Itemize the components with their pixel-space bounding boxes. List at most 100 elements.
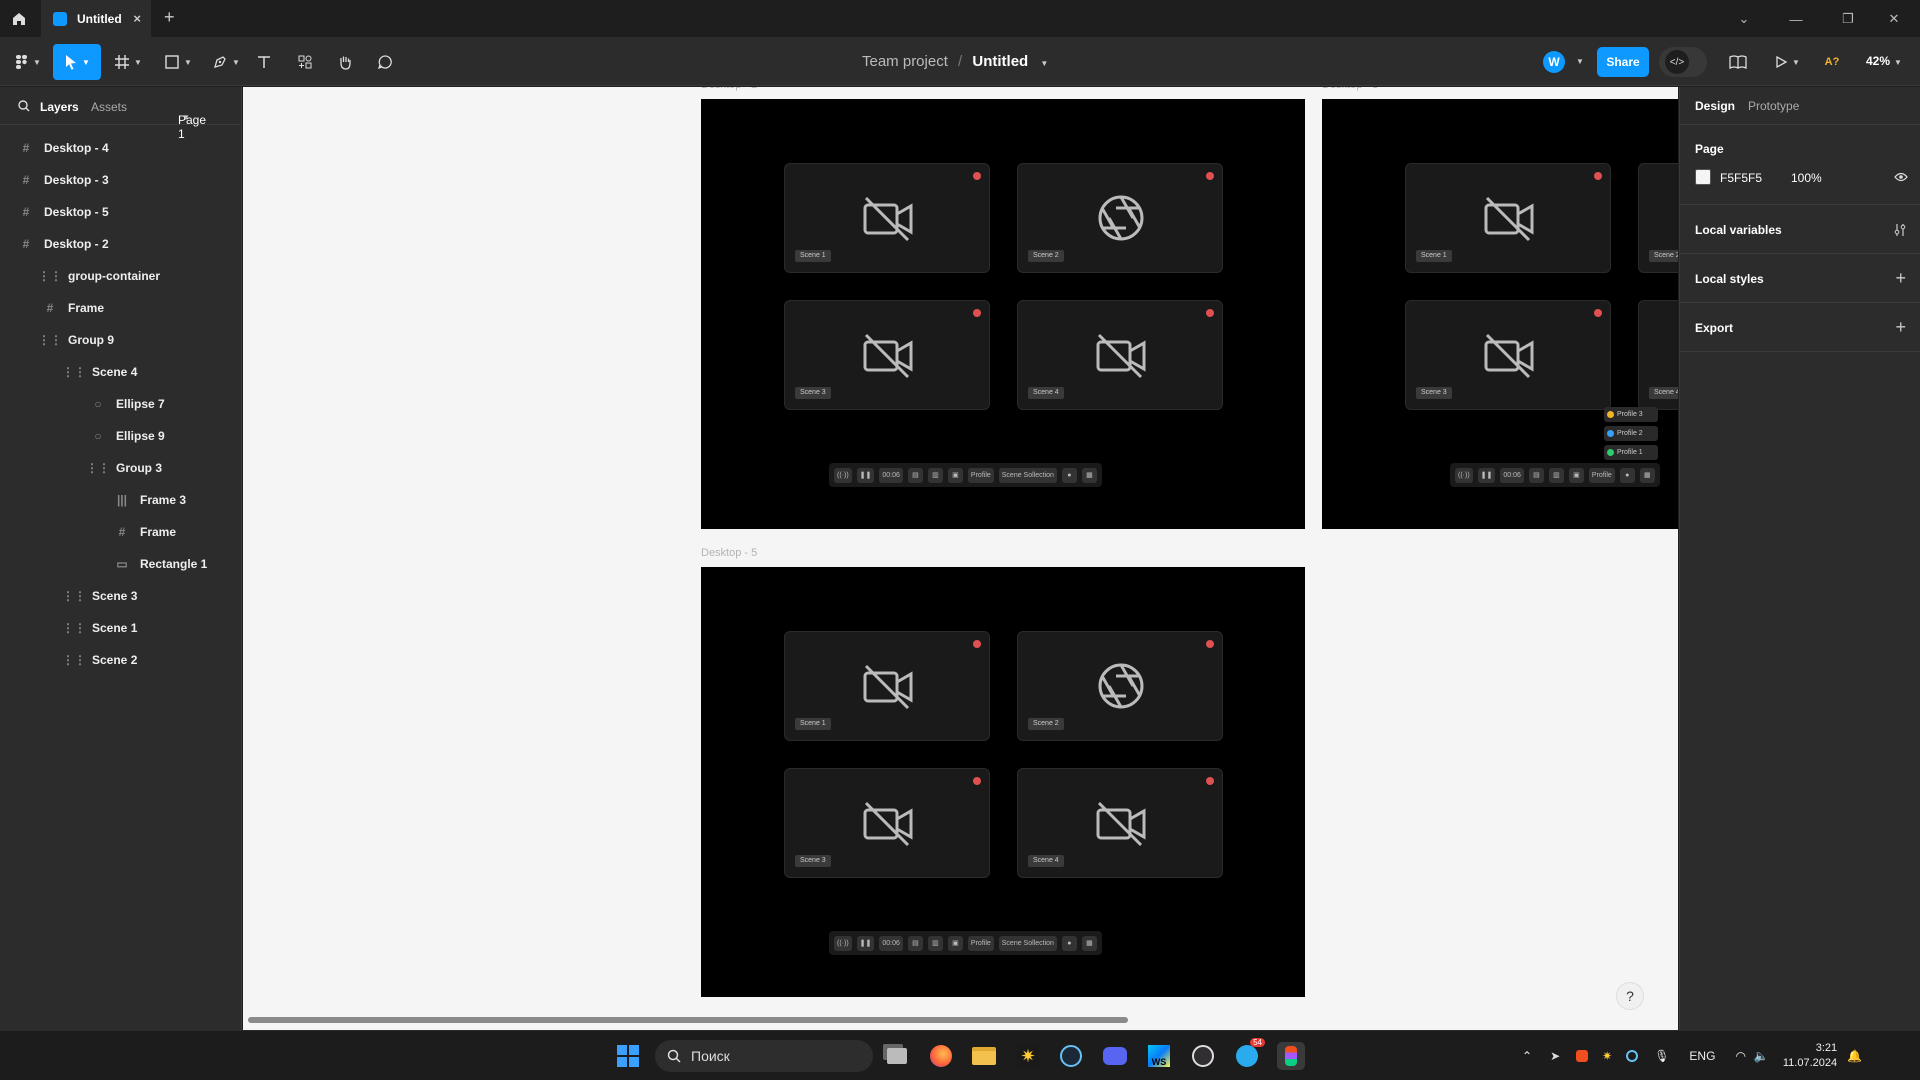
profile-option[interactable]: Profile 2 (1604, 426, 1658, 441)
ai-button[interactable]: A? (1822, 44, 1842, 80)
layer-row[interactable]: # Frame (114, 516, 176, 548)
zoom-level[interactable]: 42% ▼ (1866, 54, 1902, 68)
tabs-dropdown-icon[interactable]: ⌄ (1718, 0, 1770, 38)
filter-icon[interactable]: ▤ (907, 467, 923, 483)
help-button[interactable]: ? (1616, 982, 1644, 1010)
file-name[interactable]: Untitled (972, 53, 1028, 70)
layer-row[interactable]: # Frame (42, 292, 104, 324)
page-opacity-value[interactable]: 100% (1791, 171, 1822, 185)
filter-icon[interactable]: ▤ (907, 935, 923, 951)
tab-design[interactable]: Design (1695, 99, 1735, 113)
layer-row[interactable]: # Desktop - 4 (18, 132, 109, 164)
chevron-down-icon[interactable]: ▼ (1576, 57, 1584, 66)
scene-card[interactable]: Scene 2 (1638, 163, 1678, 273)
restore-button[interactable]: ❐ (1822, 0, 1874, 38)
local-variables-section[interactable]: Local variables (1680, 206, 1920, 254)
layer-row[interactable]: ⋮⋮ Group 9 (38, 324, 114, 356)
desktop-frame[interactable]: Scene 1 Scene 2 Scene 3 Scene 4 ((·)) ❚❚ 00:06… (1322, 99, 1678, 529)
pen-tool[interactable]: ▼ (208, 44, 244, 80)
desktop-frame[interactable]: Scene 1 Scene 2 Scene 3 Scene 4 ((·)) ❚❚ 00:06… (701, 99, 1305, 529)
language-indicator[interactable]: ENG (1689, 1049, 1715, 1063)
comment-tool[interactable] (373, 44, 397, 80)
frame-label[interactable]: Desktop - 5 (701, 547, 757, 559)
add-export-icon[interactable]: + (1895, 317, 1906, 338)
desktop-frame[interactable]: Scene 1 Scene 2 Scene 3 Scene 4 ((·)) ❚❚ 00:06… (701, 567, 1305, 997)
layer-row[interactable]: ○ Ellipse 7 (90, 388, 164, 420)
layer-row[interactable]: ⋮⋮ Group 3 (86, 452, 162, 484)
resources-tool[interactable] (293, 44, 317, 80)
scene-collection-select[interactable]: Scene Sollection (998, 467, 1057, 483)
telegram-icon[interactable]: 54 (1233, 1038, 1265, 1070)
add-style-icon[interactable]: + (1895, 268, 1906, 289)
profile-option[interactable]: Profile 3 (1604, 407, 1658, 422)
figma-tray-icon[interactable] (1576, 1050, 1589, 1062)
stream-icon[interactable]: ((·)) (834, 935, 852, 951)
tab-prototype[interactable]: Prototype (1748, 99, 1799, 113)
telegram-tray-icon[interactable]: ➤ (1550, 1049, 1560, 1063)
file-explorer-icon[interactable] (970, 1042, 998, 1070)
shape-tool[interactable]: ▼ (160, 44, 196, 80)
layer-row[interactable]: ⋮⋮ Scene 4 (62, 356, 137, 388)
frame-tool[interactable]: ▼ (110, 44, 146, 80)
pause-icon[interactable]: ❚❚ (856, 467, 875, 483)
microphone-icon[interactable]: 🎙 (1654, 1049, 1669, 1063)
tray-expand-icon[interactable]: ⌃ (1522, 1049, 1532, 1063)
profile-select[interactable]: Profile (1588, 467, 1615, 483)
taskbar-search[interactable]: Поиск (655, 1040, 873, 1072)
stream-icon[interactable]: ((·)) (834, 467, 852, 483)
clock[interactable]: 3:21 11.07.2024 (1783, 1041, 1837, 1071)
sun-tray-icon[interactable]: ✷ (1602, 1049, 1612, 1063)
layer-row[interactable]: # Desktop - 5 (18, 196, 109, 228)
frame-label[interactable]: Desktop - 3 (1322, 87, 1378, 91)
profile-select[interactable]: Profile (967, 467, 994, 483)
export-section[interactable]: Export + (1680, 304, 1920, 352)
layout-icon[interactable]: ▥ (927, 935, 943, 951)
window-close-button[interactable]: ✕ (1868, 0, 1920, 38)
local-styles-section[interactable]: Local styles + (1680, 255, 1920, 303)
scene-card[interactable]: Scene 3 (784, 300, 990, 410)
frame-label[interactable]: Desktop - 2 (701, 87, 757, 91)
minimize-button[interactable]: — (1770, 0, 1822, 38)
scene-card[interactable]: Scene 3 (1405, 300, 1611, 410)
wifi-icon[interactable]: ◠ (1735, 1049, 1745, 1063)
text-tool[interactable] (252, 44, 276, 80)
screen-icon[interactable]: ▣ (947, 467, 963, 483)
layout-icon[interactable]: ▥ (1548, 467, 1564, 483)
discord-icon[interactable] (1101, 1042, 1129, 1070)
main-menu-button[interactable]: ▼ (10, 44, 46, 80)
tab-assets[interactable]: Assets (91, 100, 127, 114)
present-button[interactable]: ▼ (1770, 44, 1804, 80)
scene-card[interactable]: Scene 4 (1638, 300, 1678, 410)
layout-icon[interactable]: ▥ (927, 467, 943, 483)
timer-display[interactable]: 00:06 (1500, 467, 1524, 483)
variables-adjust-icon[interactable] (1894, 223, 1906, 237)
tab-layers[interactable]: Layers (40, 100, 79, 114)
eye-icon[interactable] (1894, 172, 1908, 182)
layer-row[interactable]: ⋮⋮ group-container (38, 260, 160, 292)
scene-card[interactable]: Scene 2 (1017, 163, 1223, 273)
layer-row[interactable]: ||| Frame 3 (114, 484, 186, 516)
webstorm-icon[interactable]: WS (1145, 1042, 1173, 1070)
volume-icon[interactable]: 🔈 (1754, 1049, 1769, 1063)
scene-card[interactable]: Scene 4 (1017, 300, 1223, 410)
new-tab-button[interactable]: + (164, 7, 175, 28)
scene-card[interactable]: Scene 3 (784, 768, 990, 878)
pause-icon[interactable]: ❚❚ (856, 935, 875, 951)
page-color-value[interactable]: F5F5F5 (1720, 171, 1762, 185)
steam-icon[interactable] (1057, 1042, 1085, 1070)
breadcrumb-project[interactable]: Team project (862, 53, 948, 70)
file-tab[interactable]: Untitled × (41, 0, 151, 38)
search-icon[interactable] (18, 100, 30, 112)
app-sun-icon[interactable]: ✷ (1014, 1042, 1042, 1070)
info-icon[interactable]: ● (1061, 467, 1077, 483)
task-view-icon[interactable] (883, 1042, 911, 1070)
layer-row[interactable]: ⋮⋮ Scene 3 (62, 580, 137, 612)
scene-card[interactable]: Scene 2 (1017, 631, 1223, 741)
horizontal-scrollbar[interactable] (248, 1017, 1128, 1023)
layer-row[interactable]: ○ Ellipse 9 (90, 420, 164, 452)
close-tab-icon[interactable]: × (133, 11, 141, 26)
share-button[interactable]: Share (1597, 47, 1649, 77)
screen-icon[interactable]: ▣ (947, 935, 963, 951)
scene-card[interactable]: Scene 1 (1405, 163, 1611, 273)
chevron-down-icon[interactable]: ▼ (1040, 59, 1048, 68)
